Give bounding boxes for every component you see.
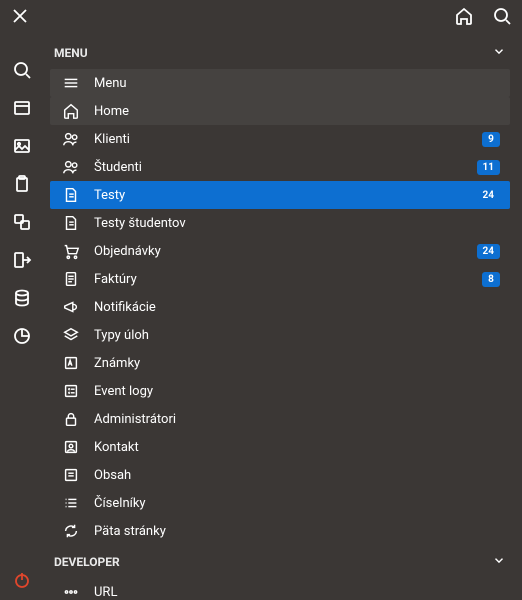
grade-icon <box>62 354 80 372</box>
count-badge: 9 <box>482 132 500 147</box>
menu-item-label: Kontakt <box>94 440 500 455</box>
database-icon <box>12 288 32 308</box>
rail-exit[interactable] <box>12 250 32 270</box>
close-icon <box>10 6 30 26</box>
megaphone-icon <box>62 298 80 316</box>
menu-item[interactable]: Notifikácie <box>50 293 510 321</box>
layers-icon <box>62 326 80 344</box>
section-title: MENU <box>54 46 88 60</box>
menu-item-label: Faktúry <box>94 272 468 287</box>
rail-piechart[interactable] <box>12 326 32 346</box>
topbar <box>0 0 522 32</box>
menu-item[interactable]: URL <box>50 578 510 600</box>
menu-item[interactable]: Študenti 11 <box>50 153 510 181</box>
menu-item[interactable]: Testy 24 <box>50 181 510 209</box>
rail-translate[interactable] <box>12 212 32 232</box>
section-title: DEVELOPER <box>54 555 120 569</box>
rail-clipboard[interactable] <box>12 174 32 194</box>
menu-item[interactable]: Známky <box>50 349 510 377</box>
search-button[interactable] <box>492 6 512 26</box>
invoice-icon <box>62 270 80 288</box>
count-badge: 24 <box>477 188 500 203</box>
hamburger-icon <box>62 74 80 92</box>
menu-item[interactable]: Kontakt <box>50 433 510 461</box>
menu-item-label: Testy študentov <box>94 216 500 231</box>
menu-item-label: Známky <box>94 356 500 371</box>
log-icon <box>62 382 80 400</box>
search-icon <box>492 6 512 26</box>
cart-icon <box>62 242 80 260</box>
menu-item-label: Typy úloh <box>94 328 500 343</box>
section-header[interactable]: DEVELOPER <box>44 545 516 578</box>
refresh-icon <box>62 522 80 540</box>
count-badge: 11 <box>477 160 500 175</box>
menu-item-label: Home <box>94 104 500 119</box>
piechart-icon <box>12 326 32 346</box>
menu-item[interactable]: Číselníky <box>50 489 510 517</box>
power-icon <box>12 570 32 590</box>
rail-search[interactable] <box>12 60 32 80</box>
menu-item[interactable]: Obsah <box>50 461 510 489</box>
users-icon <box>62 130 80 148</box>
dots-icon <box>62 583 80 600</box>
menu-item[interactable]: Päta stránky <box>50 517 510 545</box>
home-icon <box>454 6 474 26</box>
search-icon <box>12 60 32 80</box>
menu-item-label: Študenti <box>94 160 463 175</box>
home-icon <box>62 102 80 120</box>
menu-item[interactable]: Menu <box>50 69 510 97</box>
menu-item-label: Testy <box>94 188 463 203</box>
menu-item-label: Päta stránky <box>94 524 500 539</box>
menu-item-label: URL <box>94 585 500 600</box>
menu-item[interactable]: Faktúry 8 <box>50 265 510 293</box>
rail-database[interactable] <box>12 288 32 308</box>
menu-item[interactable]: Testy študentov <box>50 209 510 237</box>
menu-item-label: Event logy <box>94 384 500 399</box>
left-rail <box>0 32 44 600</box>
menu-item-label: Číselníky <box>94 496 500 511</box>
menu-item[interactable]: Typy úloh <box>50 321 510 349</box>
document-icon <box>62 186 80 204</box>
menu-item-label: Menu <box>94 76 500 91</box>
chevron-down-icon <box>492 553 506 570</box>
count-badge: 8 <box>482 272 500 287</box>
chevron-down-icon <box>492 44 506 61</box>
list-icon <box>62 494 80 512</box>
menu-item[interactable]: Administrátori <box>50 405 510 433</box>
contact-icon <box>62 438 80 456</box>
menu-item[interactable]: Objednávky 24 <box>50 237 510 265</box>
users-icon <box>62 158 80 176</box>
menu-item[interactable]: Home <box>50 97 510 125</box>
menu-item-label: Administrátori <box>94 412 500 427</box>
exit-icon <box>12 250 32 270</box>
close-button[interactable] <box>10 6 30 26</box>
lock-icon <box>62 410 80 428</box>
menu-item[interactable]: Event logy <box>50 377 510 405</box>
menu-item-label: Objednávky <box>94 244 463 259</box>
menu-item-label: Obsah <box>94 468 500 483</box>
clipboard-icon <box>12 174 32 194</box>
section-header[interactable]: MENU <box>44 36 516 69</box>
translate-icon <box>12 212 32 232</box>
content-icon <box>62 466 80 484</box>
power-button[interactable] <box>12 570 32 590</box>
window-icon <box>12 98 32 118</box>
menu-item-label: Notifikácie <box>94 300 500 315</box>
menu-item[interactable]: Klienti 9 <box>50 125 510 153</box>
menu-panel[interactable]: MENUMenuHomeKlienti9Študenti11Testy24Tes… <box>44 36 516 600</box>
rail-image[interactable] <box>12 136 32 156</box>
menu-item-label: Klienti <box>94 132 468 147</box>
count-badge: 24 <box>477 244 500 259</box>
rail-window[interactable] <box>12 98 32 118</box>
image-icon <box>12 136 32 156</box>
home-button[interactable] <box>454 6 474 26</box>
document-icon <box>62 214 80 232</box>
